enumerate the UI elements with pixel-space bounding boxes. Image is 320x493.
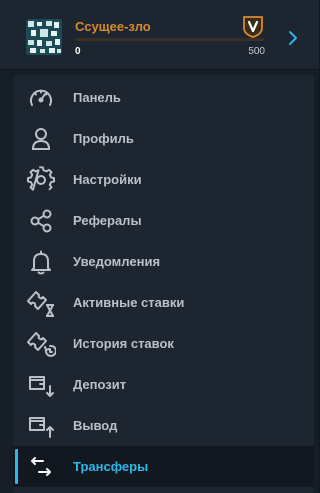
wallet-in-icon bbox=[26, 371, 56, 399]
menu-item-active-bets[interactable]: Активные ставки bbox=[13, 282, 314, 323]
menu-item-label: История ставок bbox=[73, 336, 174, 351]
menu-item-label: Панель bbox=[73, 90, 121, 105]
account-sidebar: Ссущее-зло 0 500 Панель Профиль Настройк… bbox=[0, 0, 319, 493]
menu-item-label: Депозит bbox=[73, 377, 127, 392]
menu-item-settings[interactable]: Настройки bbox=[13, 159, 314, 200]
username: Ссущее-зло bbox=[75, 19, 151, 34]
account-menu: Панель Профиль Настройки Рефералы Уведом… bbox=[13, 75, 314, 493]
ticket-history-icon bbox=[26, 330, 57, 358]
share-icon bbox=[26, 207, 56, 235]
ticket-hourglass-icon bbox=[26, 289, 56, 317]
gauge-icon bbox=[26, 84, 56, 112]
chevron-right-icon[interactable] bbox=[287, 30, 299, 46]
menu-item-withdraw[interactable]: Вывод bbox=[13, 405, 314, 446]
menu-item-bet-history[interactable]: История ставок bbox=[13, 323, 314, 364]
level-progress-bar bbox=[75, 38, 265, 41]
menu-item-profile[interactable]: Профиль bbox=[13, 118, 314, 159]
menu-item-label: Настройки bbox=[73, 172, 142, 187]
xp-next-level: 500 bbox=[248, 46, 265, 57]
level-badge-icon bbox=[241, 15, 265, 39]
menu-item-panel[interactable]: Панель bbox=[13, 77, 314, 118]
avatar bbox=[26, 19, 62, 55]
menu-item-label: Вывод bbox=[73, 418, 118, 433]
user-card[interactable]: Ссущее-зло 0 500 bbox=[0, 0, 319, 70]
menu-item-transfers[interactable]: Трансферы bbox=[13, 446, 314, 487]
menu-item-label: Профиль bbox=[73, 131, 134, 146]
gear-icon bbox=[26, 166, 56, 194]
user-icon bbox=[26, 125, 56, 153]
menu-item-notifications[interactable]: Уведомления bbox=[13, 241, 314, 282]
menu-item-label: Уведомления bbox=[73, 254, 161, 269]
xp-current: 0 bbox=[75, 46, 81, 57]
menu-item-label: Трансферы bbox=[73, 459, 149, 474]
transfer-icon bbox=[26, 453, 56, 481]
bell-icon bbox=[26, 248, 56, 276]
menu-item-label: Рефералы bbox=[73, 213, 142, 228]
menu-item-label: Активные ставки bbox=[73, 295, 185, 310]
menu-item-deposit[interactable]: Депозит bbox=[13, 364, 314, 405]
wallet-out-icon bbox=[26, 412, 56, 440]
active-indicator bbox=[15, 449, 18, 484]
menu-item-referrals[interactable]: Рефералы bbox=[13, 200, 314, 241]
